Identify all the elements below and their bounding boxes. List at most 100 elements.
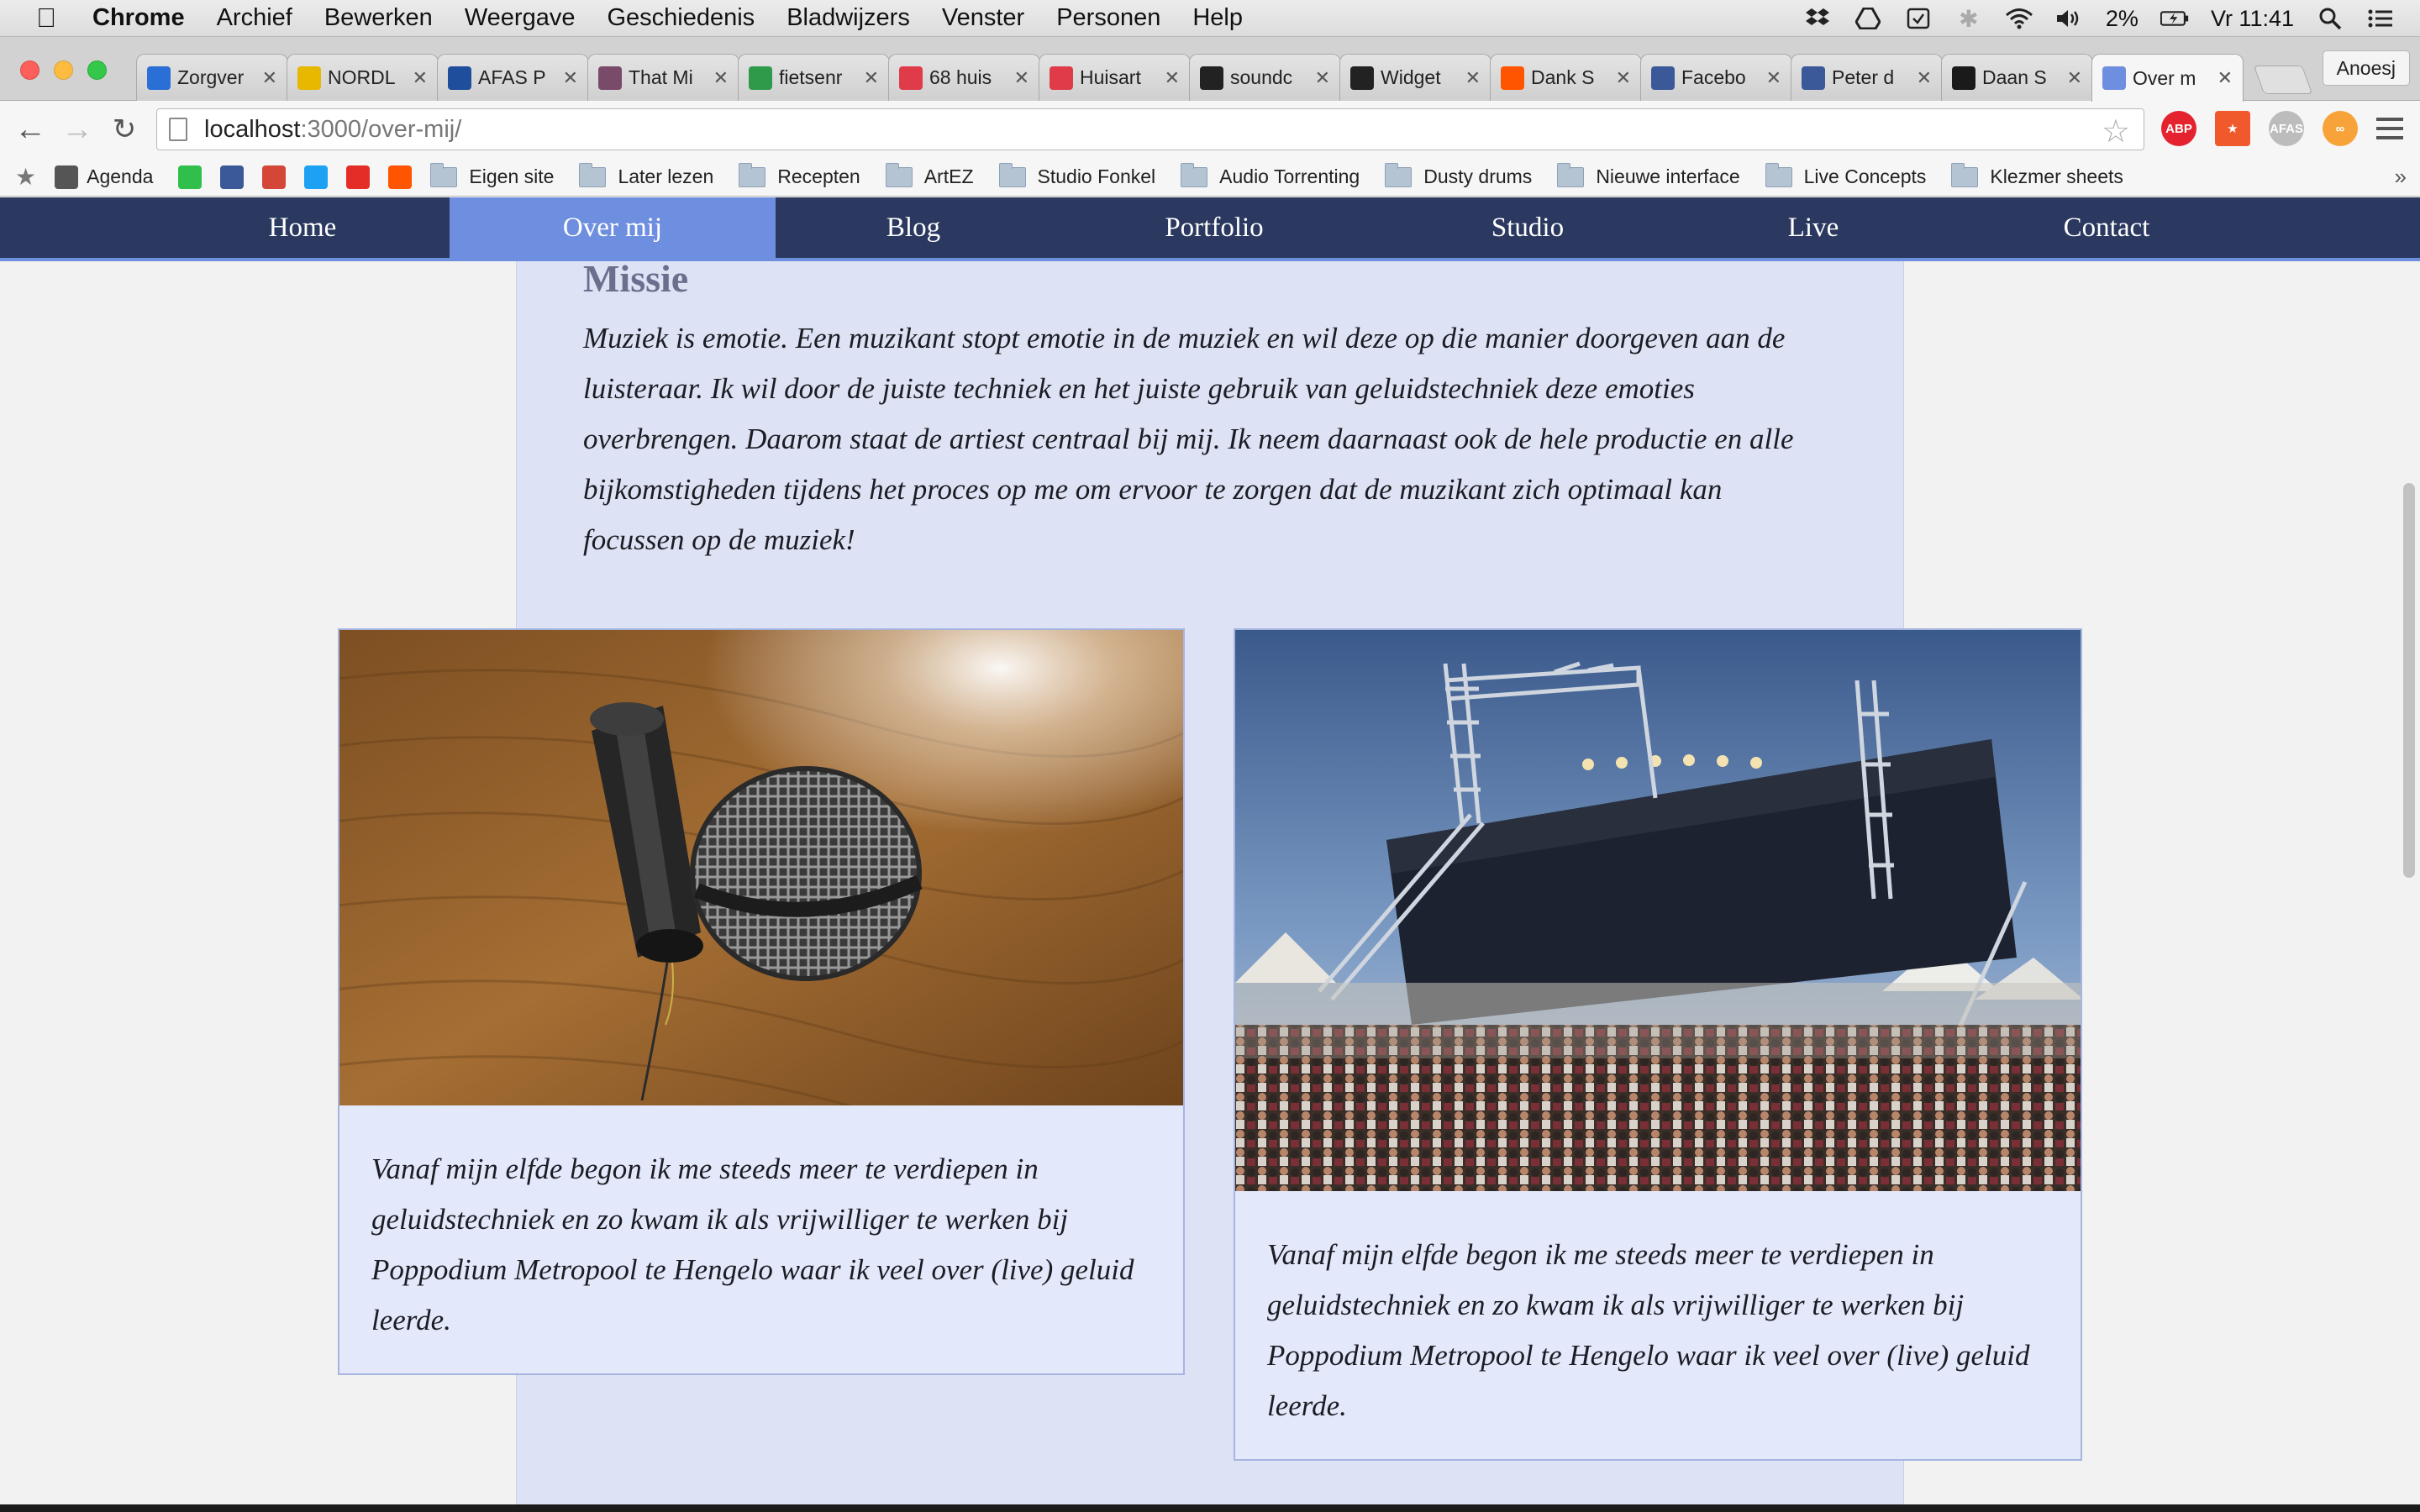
maps-icon xyxy=(749,66,772,90)
spotlight-search-icon[interactable] xyxy=(2316,6,2344,31)
tab-close-icon[interactable]: ✕ xyxy=(864,67,879,89)
bookmark-folder[interactable]: Nieuwe interface xyxy=(1557,162,1740,188)
browser-tab[interactable]: fietsenr ✕ xyxy=(738,54,890,101)
battery-charging-icon[interactable] xyxy=(2160,6,2189,31)
nav-link-blog[interactable]: Blog xyxy=(776,197,1051,258)
browser-tab[interactable]: That Mi ✕ xyxy=(587,54,739,101)
bookmark-folder[interactable]: Live Concepts xyxy=(1765,162,1926,188)
menu-clock[interactable]: Vr 11:41 xyxy=(2211,6,2294,32)
folder-icon xyxy=(579,162,607,187)
bookmark-item[interactable] xyxy=(262,165,294,189)
profile-button[interactable]: Anoesj xyxy=(2322,50,2410,86)
tab-close-icon[interactable]: ✕ xyxy=(1465,67,1481,89)
bookmark-item[interactable]: Agenda xyxy=(55,165,153,189)
browser-tab[interactable]: Widget ✕ xyxy=(1339,54,1491,101)
window-close-button[interactable] xyxy=(20,60,39,80)
folder-icon xyxy=(1557,162,1585,187)
bookmark-label: Audio Torrenting xyxy=(1219,165,1360,187)
bluetooth-icon[interactable]: ✱ xyxy=(1954,6,1983,32)
volume-icon[interactable] xyxy=(2055,6,2084,31)
tab-close-icon[interactable]: ✕ xyxy=(713,67,729,89)
folder-icon xyxy=(885,162,913,187)
bookmark-folder[interactable]: Studio Fonkel xyxy=(998,162,1155,188)
browser-tab[interactable]: soundc ✕ xyxy=(1189,54,1341,101)
dropbox-icon[interactable] xyxy=(1803,6,1832,31)
tab-close-icon[interactable]: ✕ xyxy=(563,67,578,89)
tab-close-icon[interactable]: ✕ xyxy=(1766,67,1781,89)
reload-icon[interactable]: ↻ xyxy=(101,113,148,146)
window-zoom-button[interactable] xyxy=(87,60,107,80)
tab-close-icon[interactable]: ✕ xyxy=(1315,67,1330,89)
browser-tab[interactable]: Daan S ✕ xyxy=(1941,54,2093,101)
chrome-menu-icon[interactable] xyxy=(2376,118,2403,139)
tab-close-icon[interactable]: ✕ xyxy=(1165,67,1180,89)
menu-item-weergave[interactable]: Weergave xyxy=(449,4,592,32)
tab-close-icon[interactable]: ✕ xyxy=(2217,67,2233,89)
menu-item-bewerken[interactable]: Bewerken xyxy=(308,4,449,32)
nav-link-home[interactable]: Home xyxy=(155,197,450,258)
browser-tab[interactable]: AFAS P ✕ xyxy=(437,54,589,101)
back-arrow-icon[interactable]: ← xyxy=(7,112,54,148)
tab-close-icon[interactable]: ✕ xyxy=(1616,67,1631,89)
browser-tab[interactable]: Zorgver ✕ xyxy=(136,54,288,101)
browser-tab[interactable]: NORDL ✕ xyxy=(287,54,439,101)
browser-tab[interactable]: Facebo ✕ xyxy=(1640,54,1792,101)
adblock-plus-icon[interactable]: ABP xyxy=(2161,111,2196,146)
menu-item-venster[interactable]: Venster xyxy=(926,4,1040,32)
browser-tab[interactable]: Over m ✕ xyxy=(2091,54,2244,102)
more-bookmarks-icon[interactable]: » xyxy=(2395,164,2407,190)
bookmark-item[interactable] xyxy=(220,165,252,189)
bookmark-folder[interactable]: ArtEZ xyxy=(885,162,974,188)
browser-tab[interactable]: Dank S ✕ xyxy=(1490,54,1642,101)
bookmark-extension-icon[interactable]: ★ xyxy=(2215,111,2250,146)
bookmark-folder[interactable]: Audio Torrenting xyxy=(1181,162,1360,188)
feed-extension-icon[interactable]: ∞ xyxy=(2323,111,2358,146)
menu-app-name[interactable]: Chrome xyxy=(92,4,201,32)
tab-close-icon[interactable]: ✕ xyxy=(1917,67,1932,89)
nav-link-over-mij[interactable]: Over mij xyxy=(450,197,776,258)
notification-center-icon[interactable] xyxy=(2366,6,2395,31)
menu-item-archief[interactable]: Archief xyxy=(201,4,308,32)
bookmark-item[interactable] xyxy=(304,165,336,189)
tab-close-icon[interactable]: ✕ xyxy=(413,67,428,89)
nav-link-studio[interactable]: Studio xyxy=(1377,197,1678,258)
browser-tab[interactable]: Peter d ✕ xyxy=(1791,54,1943,101)
menu-item-bladwijzers[interactable]: Bladwijzers xyxy=(771,4,926,32)
window-minimize-button[interactable] xyxy=(54,60,73,80)
forward-arrow-icon[interactable]: → xyxy=(54,112,101,148)
page-scrollbar[interactable] xyxy=(2403,483,2415,878)
apple-icon xyxy=(55,165,79,189)
tab-label: AFAS P xyxy=(478,66,546,88)
tab-close-icon[interactable]: ✕ xyxy=(1014,67,1029,89)
apple-menu-icon[interactable]:  xyxy=(0,3,92,34)
menu-item-geschiedenis[interactable]: Geschiedenis xyxy=(591,4,771,32)
nav-link-contact[interactable]: Contact xyxy=(1949,197,2265,258)
google-drive-icon[interactable] xyxy=(1854,6,1882,31)
nav-link-portfolio[interactable]: Portfolio xyxy=(1051,197,1377,258)
bookmark-folder[interactable]: Klezmer sheets xyxy=(1951,162,2123,188)
browser-tab[interactable]: Huisart ✕ xyxy=(1039,54,1191,101)
avatar-icon xyxy=(598,66,622,90)
address-bar[interactable]: localhost:3000/over-mij/ ☆ xyxy=(156,108,2144,150)
nav-link-live[interactable]: Live xyxy=(1678,197,1949,258)
afas-extension-icon[interactable]: AFAS xyxy=(2269,111,2304,146)
tab-close-icon[interactable]: ✕ xyxy=(262,67,277,89)
apps-star-icon[interactable]: ★ xyxy=(15,163,36,191)
bookmark-star-icon[interactable]: ☆ xyxy=(2102,113,2130,150)
bookmark-item[interactable] xyxy=(346,165,378,189)
bookmark-folder[interactable]: Later lezen xyxy=(579,162,713,188)
bookmark-folder[interactable]: Eigen site xyxy=(430,162,554,188)
tab-close-icon[interactable]: ✕ xyxy=(2067,67,2082,89)
battery-percentage: 2% xyxy=(2105,5,2139,31)
new-tab-button[interactable] xyxy=(2253,66,2313,94)
missie-paragraph: Muziek is emotie. Een muzikant stopt emo… xyxy=(583,322,1794,556)
sync-status-icon[interactable] xyxy=(1904,6,1933,31)
bookmark-folder[interactable]: Dusty drums xyxy=(1385,162,1532,188)
wifi-icon[interactable] xyxy=(2005,6,2033,31)
bookmark-item[interactable] xyxy=(388,165,420,189)
menu-item-personen[interactable]: Personen xyxy=(1040,4,1176,32)
menu-item-help[interactable]: Help xyxy=(1176,4,1259,32)
bookmark-item[interactable] xyxy=(178,165,210,189)
browser-tab[interactable]: 68 huis ✕ xyxy=(888,54,1040,101)
bookmark-folder[interactable]: Recepten xyxy=(739,162,860,188)
